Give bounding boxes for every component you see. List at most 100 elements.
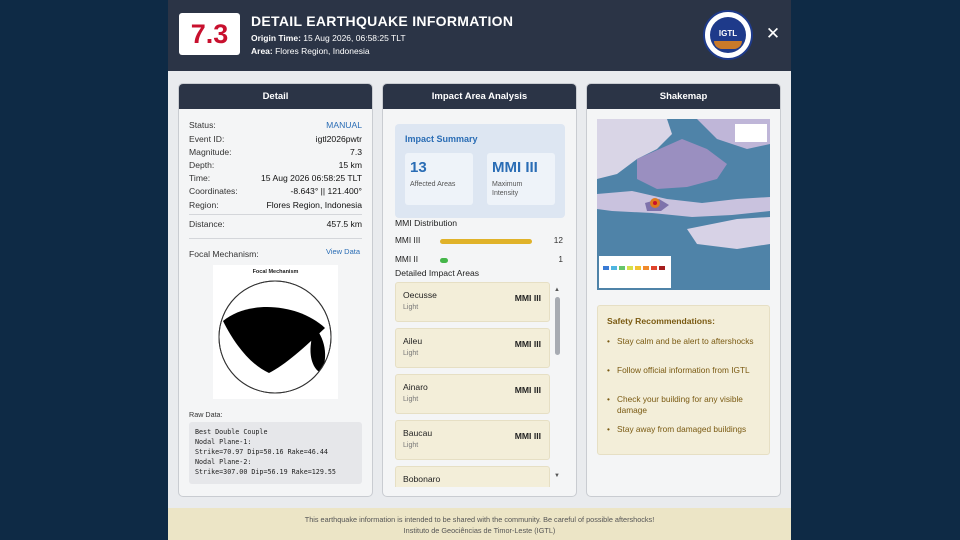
safety-item-text: Check your building for any visible dama… [617,394,743,415]
area-item-mmi: MMI III [514,431,541,441]
detail-row-event-id: Event ID: igtl2026pwtr [189,134,362,147]
dialog-footer: This earthquake information is intended … [168,508,791,540]
logo-emblem: IGTL [710,17,746,53]
mmi-bar-name: MMI III [395,235,421,245]
scroll-up-arrow-icon[interactable]: ▲ [554,287,560,293]
origin-time-value: 15 Aug 2026, 06:58:25 TLT [303,33,406,43]
raw-data-label: Raw Data: [189,410,223,419]
logo-text: IGTL [718,29,738,38]
event-id-label: Event ID: [189,134,225,144]
depth-value: 15 km [338,160,362,170]
dialog-title: DETAIL EARTHQUAKE INFORMATION [251,13,514,29]
beachball-diagram [218,280,332,394]
safety-title: Safety Recommendations: [607,316,715,326]
safety-item-text: Stay calm and be alert to aftershocks [617,336,754,346]
area-item-level: Light [403,304,419,311]
area-item-mmi: MMI III [514,293,541,303]
impact-area-list[interactable]: Oecusse Light MMI III Aileu Light MMI II… [395,282,565,487]
status-value: MANUAL [326,120,362,130]
impact-panel: Impact Area Analysis Impact Summary 13 A… [382,83,577,497]
magnitude-label: Magnitude: [189,147,232,157]
raw-data-box: Best Double Couple Nodal Plane-1: Strike… [189,422,362,484]
shakemap-panel-title: Shakemap [587,84,780,109]
dialog-header: 7.3 DETAIL EARTHQUAKE INFORMATION Origin… [168,0,791,71]
detail-row-status: Status: MANUAL [189,120,362,133]
detail-divider [189,238,362,239]
bullet-icon: • [607,336,610,346]
max-intensity-label-line: Intensity [492,190,519,197]
coordinates-label: Coordinates: [189,186,238,196]
footer-notice: This earthquake information is intended … [304,515,655,524]
region-value: Flores Region, Indonesia [266,200,362,210]
detailed-areas-title: Detailed Impact Areas [395,268,480,278]
area-item-level: Light [403,442,419,449]
raw-line: Nodal Plane-1: [195,438,252,446]
impact-area-item[interactable]: Ainaro Light MMI III [395,374,550,414]
mmi-distribution-title: MMI Distribution [395,218,458,228]
impact-summary-card: Impact Summary 13 Affected Areas MMI III… [395,124,565,218]
impact-panel-title: Impact Area Analysis [383,84,576,109]
area-item-name: Ainaro [403,382,428,392]
mmi-bar-fill [440,258,448,263]
beachball-title: Focal Mechanism [252,269,299,275]
shakemap-panel: Shakemap Safety Recommendations: • Stay … [586,83,781,497]
detail-row-coordinates: Coordinates: -8.643° || 121.400° [189,186,362,199]
max-intensity-label: Maximum Intensity [492,180,522,198]
footer-institution: Instituto de Geociências de Timor-Leste … [403,526,556,535]
magnitude-badge: 7.3 [179,13,240,55]
area-item-mmi: MMI III [514,339,541,349]
bullet-icon: • [607,394,610,404]
depth-label: Depth: [189,160,215,170]
focal-mechanism-label: Focal Mechanism: [189,249,259,259]
coordinates-value: -8.643° || 121.400° [290,186,362,196]
safety-item-text: Stay away from damaged buildings [617,424,747,434]
distance-label: Distance: [189,219,225,229]
impact-area-item[interactable]: Oecusse Light MMI III [395,282,550,322]
area-item-name: Aileu [403,336,423,346]
area-item-name: Baucau [403,428,433,438]
raw-line: Strike=70.97 Dip=50.16 Rake=46.44 [195,448,328,456]
impact-area-item[interactable]: Bobonaro [395,466,550,487]
impact-area-item[interactable]: Aileu Light MMI III [395,328,550,368]
impact-area-item[interactable]: Baucau Light MMI III [395,420,550,460]
impact-summary-title: Impact Summary [405,134,478,144]
status-label: Status: [189,120,216,130]
affected-areas-label: Affected Areas [410,181,456,188]
earthquake-detail-dialog: 7.3 DETAIL EARTHQUAKE INFORMATION Origin… [168,0,791,540]
shakemap-image[interactable] [597,119,770,290]
detail-row-region: Region: Flores Region, Indonesia [189,200,362,213]
affected-areas-value: 13 [410,159,427,176]
area-item-mmi: MMI III [514,385,541,395]
origin-time-line: Origin Time: 15 Aug 2026, 06:58:25 TLT [251,33,406,43]
max-intensity-value: MMI III [492,159,538,176]
time-value: 15 Aug 2026 06:58:25 TLT [261,173,362,183]
close-icon[interactable]: ✕ [765,24,781,44]
logo-ground-shape [714,41,742,49]
scroll-down-arrow-icon[interactable]: ▼ [554,473,560,479]
area-label: Area: [251,46,273,56]
area-item-name: Oecusse [403,290,437,300]
detail-row-magnitude: Magnitude: 7.3 [189,147,362,160]
scrollbar-thumb[interactable] [555,297,560,355]
max-intensity-stat: MMI III Maximum Intensity [487,153,555,205]
raw-line: Strike=307.00 Dip=56.19 Rake=129.55 [195,468,336,476]
raw-line: Nodal Plane-2: [195,458,252,466]
area-item-level: Light [403,396,419,403]
mmi-bar-name: MMI II [395,254,419,264]
area-value: Flores Region, Indonesia [275,46,370,56]
mmi-bar-count: 1 [558,254,563,264]
affected-areas-stat: 13 Affected Areas [405,153,473,205]
magnitude-value: 7.3 [350,147,362,157]
detail-divider [189,214,362,215]
safety-item-text: Follow official information from IGTL [617,365,750,375]
view-data-link[interactable]: View Data [326,247,360,256]
distance-value: 457.5 km [326,219,362,229]
detail-panel: Detail Status: MANUAL Event ID: igtl2026… [178,83,373,497]
safety-recommendations-box: Safety Recommendations: • Stay calm and … [597,305,770,455]
mmi-bar-track [440,258,540,263]
area-item-level: Light [403,350,419,357]
focal-mechanism-figure: Focal Mechanism [213,265,338,399]
shakemap-graphic [597,119,770,290]
mmi-bar-row: MMI II 1 [395,254,563,266]
detail-row-distance: Distance: 457.5 km [189,219,362,232]
